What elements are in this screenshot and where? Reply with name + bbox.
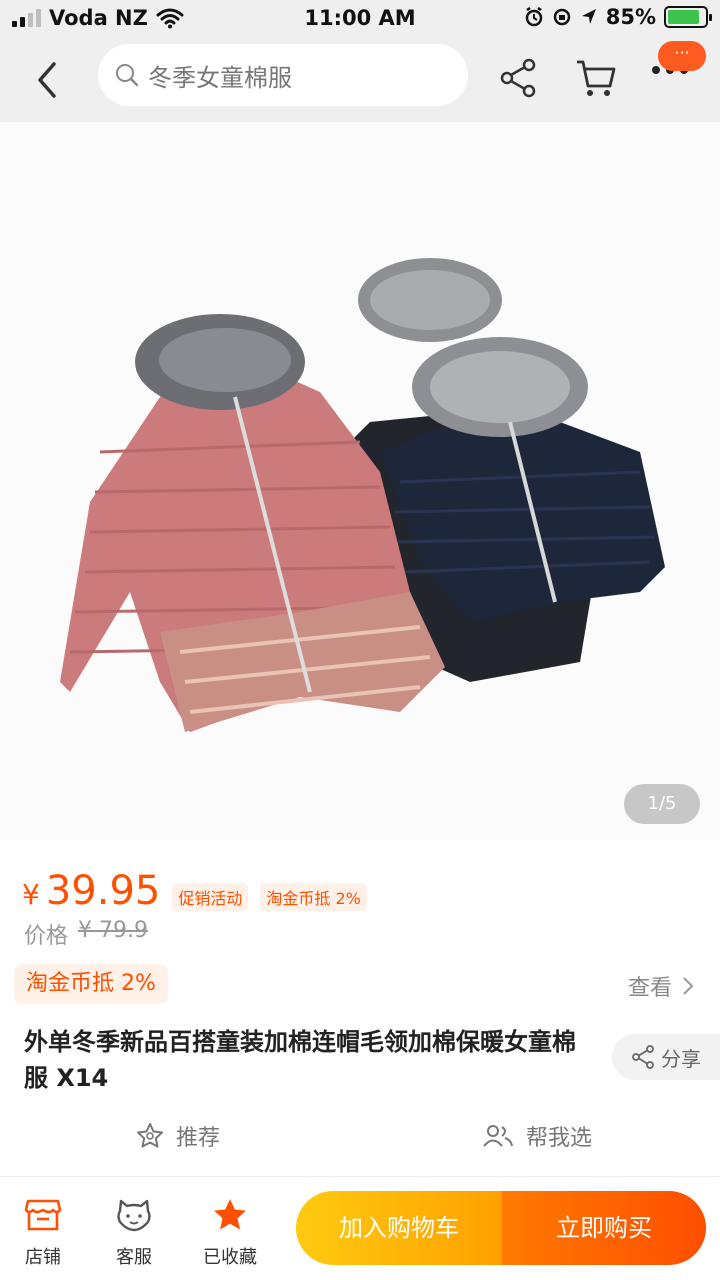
back-arrow-icon[interactable]: [30, 58, 66, 102]
recommend-button[interactable]: 推荐: [136, 1120, 220, 1152]
share-button[interactable]: 分享: [612, 1034, 720, 1080]
add-to-cart-button[interactable]: 加入购物车: [296, 1191, 502, 1265]
status-bar: Voda NZ 11:00 AM 85%: [0, 0, 720, 38]
people-icon: [483, 1125, 513, 1147]
share-label: 分享: [661, 1046, 701, 1071]
recommend-label: 推荐: [176, 1126, 221, 1151]
help-choose-button[interactable]: 帮我选: [482, 1120, 592, 1152]
top-navbar: 冬季女童棉服 ···: [0, 38, 720, 122]
customer-service-button[interactable]: 客服: [99, 1195, 169, 1269]
image-counter: 1/5: [624, 784, 700, 824]
product-title: 外单冬季新品百搭童装加棉连帽毛领加棉保暖女童棉服 X14: [24, 1028, 576, 1092]
battery-percent: 85%: [605, 5, 656, 29]
rotation-lock-icon: [553, 8, 570, 26]
favorite-button[interactable]: 已收藏: [195, 1195, 265, 1269]
battery-icon: [664, 6, 712, 28]
bottom-action-bar: 店铺 客服 已收藏 加入购物车 立即购买: [0, 1177, 720, 1280]
help-choose-label: 帮我选: [526, 1126, 593, 1151]
view-label: 查看: [627, 976, 672, 1001]
status-right: 85%: [524, 5, 712, 29]
service-label: 客服: [116, 1247, 152, 1268]
original-price: ¥ 79.9: [78, 918, 148, 943]
battery-level: [668, 10, 699, 24]
cart-icon[interactable]: [574, 56, 618, 100]
alarm-icon: [525, 6, 542, 27]
original-price-label: 价格: [24, 924, 69, 949]
store-icon: [24, 1199, 62, 1231]
store-label: 店铺: [25, 1247, 61, 1268]
original-price-row: 价格 ¥ 79.9: [24, 918, 148, 950]
more-badge[interactable]: ···: [658, 41, 706, 71]
view-coupon-link[interactable]: 查看: [628, 970, 694, 1002]
star-badge-icon: [137, 1123, 163, 1148]
product-image-gallery[interactable]: 1/5: [0, 122, 720, 840]
taojinbi-tag: 淘金币抵 2%: [260, 883, 367, 911]
coupon-banner[interactable]: 淘金币抵 2%: [14, 964, 168, 1004]
search-bar[interactable]: 冬季女童棉服: [98, 44, 468, 106]
store-button[interactable]: 店铺: [8, 1195, 78, 1269]
price-row: ¥39.95 促销活动 淘金币抵 2%: [22, 868, 367, 914]
search-placeholder: 冬季女童棉服: [148, 63, 292, 92]
customer-service-icon: [117, 1199, 151, 1232]
product-photo: [0, 122, 720, 840]
star-filled-icon: [214, 1199, 246, 1230]
chevron-right-icon: [683, 977, 694, 995]
share-icon[interactable]: [498, 56, 538, 100]
current-price: ¥39.95: [22, 868, 161, 914]
search-icon: [116, 64, 139, 87]
favorite-label: 已收藏: [203, 1247, 257, 1268]
location-icon: [581, 9, 596, 24]
share-small-icon: [632, 1045, 654, 1069]
buy-now-button[interactable]: 立即购买: [502, 1191, 706, 1265]
actions-row: 推荐 帮我选: [0, 1114, 720, 1158]
promo-tag: 促销活动: [172, 883, 249, 911]
